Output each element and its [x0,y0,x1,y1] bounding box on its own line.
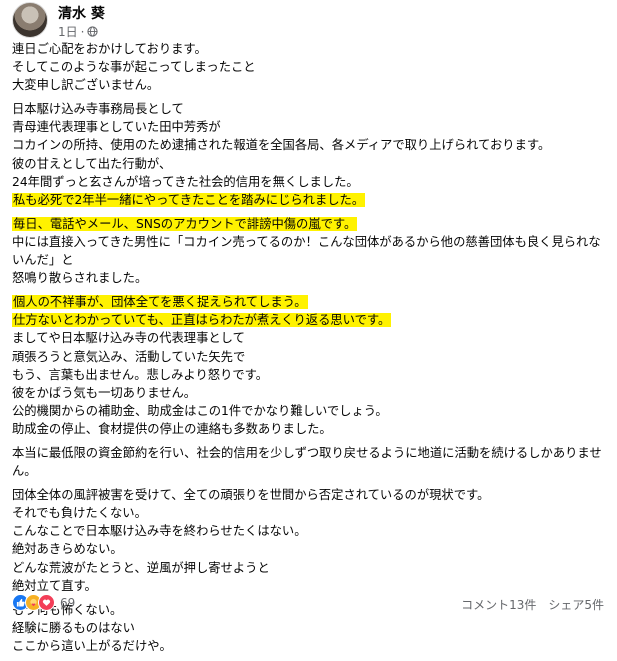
text-line: 団体全体の風評被害を受けて、全ての頑張りを世間から否定されているのが現状です。 [12,488,490,503]
text-line: もう、言葉も出ません。悲しみより怒りです。 [12,367,269,382]
author-name[interactable]: 清水 葵 [58,3,105,23]
comments-count-link[interactable]: コメント13件 [461,596,536,613]
text-line: ましてや日本駆け込み寺の代表理事として [12,331,245,346]
text-line: ここから這い上がるだけや。 [12,638,172,653]
text-line: 助成金の停止、食材提供の停止の連絡も多数ありました。 [12,421,332,436]
text-line: 絶対あきらめない。 [12,542,123,557]
text-line: そしてこのような事が起こってしまったこと [12,60,256,75]
text-line: 怒鳴り散らされました。 [12,271,148,286]
text-line: どんな荒波がたとうと、逆風が押し寄せようと [12,560,270,575]
text-line: それでも負けたくない。 [12,506,147,521]
text-line: 連日ご心配をおかけしております。 [12,42,207,56]
text-line: 24年間ずっと玄さんが培ってきた社会的信用を無くしました。 [12,174,359,189]
text-line: 絶対立て直す。 [12,578,97,593]
text-line: 経験に勝るものはない [12,620,135,635]
shares-count-link[interactable]: シェア5件 [548,596,604,613]
highlighted-line: 仕方ないとわかっていても、正直はらわたが煮えくり返る思いです。 [12,311,604,329]
paragraph-2: 日本駆け込み寺事務局長として 青母連代表理事としていた田中芳秀が コカインの所持… [12,100,604,209]
reaction-count: 69 [60,595,76,610]
text-line: 中には直接入ってきた男性に「コカイン売ってるのか！こんな団体があるから他の慈善団… [12,234,601,268]
text-line: こんなことで日本駆け込み寺を終わらせたくはない。 [12,524,307,539]
text-line: 彼の甘えとして出た行動が、 [12,156,172,171]
highlighted-line: 私も必死で2年半一緒にやってきたことを踏みにじられました。 [12,191,604,209]
highlight: 仕方ないとわかっていても、正直はらわたが煮えくり返る思いです。 [12,313,392,328]
text-line: コカインの所持、使用のため逮捕された報道を全国各局、各メディアで取り上げられてお… [12,138,551,153]
post-footer: 69 コメント13件 シェア5件 [12,594,604,614]
highlight: 個人の不祥事が、団体全てを悪く捉えられてしまう。 [12,295,308,310]
text-line: 本当に最低限の資金節約を行い、社会的信用を少しずつ取り戻せるように地道に活動を続… [12,445,602,479]
facebook-post: 清水 葵 1日 · 連日ご心配をおかけしております。 そしてこのような事が起こっ… [0,0,617,653]
paragraph-1: 連日ご心配をおかけしております。 そしてこのような事が起こってしまったこと 大変… [12,40,604,94]
post-header: 清水 葵 1日 · [12,2,602,42]
globe-icon[interactable] [87,26,99,37]
text-line: 大変申し訳ございません。 [12,78,160,93]
post-time[interactable]: 1日 [58,23,78,40]
meta-separator: · [80,24,85,39]
text-line: 彼をかばう気も一切ありません。 [12,385,197,400]
text-line: 公的機関からの補助金、助成金はこの1件でかなり難しいでしょう。 [12,403,388,418]
love-icon [38,594,55,611]
post-body: 連日ご心配をおかけしております。 そしてこのような事が起こってしまったこと 大変… [12,40,604,661]
post-meta: 1日 · [58,23,99,40]
paragraph-3: 毎日、電話やメール、SNSのアカウントで誹謗中傷の嵐です。 中には直接入ってきた… [12,215,604,287]
paragraph-4: 個人の不祥事が、団体全てを悪く捉えられてしまう。 仕方ないとわかっていても、正直… [12,293,604,438]
highlighted-line: 個人の不祥事が、団体全てを悪く捉えられてしまう。 [12,293,604,311]
highlight: 私も必死で2年半一緒にやってきたことを踏みにじられました。 [12,192,366,207]
highlighted-line: 毎日、電話やメール、SNSのアカウントで誹謗中傷の嵐です。 [12,215,604,233]
post-stats: コメント13件 シェア5件 [461,596,604,613]
paragraph-6: 団体全体の風評被害を受けて、全ての頑張りを世間から否定されているのが現状です。 … [12,486,604,595]
text-line: 日本駆け込み寺事務局長として [12,102,184,117]
paragraph-5: 本当に最低限の資金節約を行い、社会的信用を少しずつ取り戻せるように地道に活動を続… [12,444,604,480]
text-line: 頑張ろうと意気込み、活動していた矢先で [12,349,246,364]
text-line: 青母連代表理事としていた田中芳秀が [12,120,221,135]
reaction-summary[interactable]: 69 [12,594,75,611]
highlight: 毎日、電話やメール、SNSのアカウントで誹謗中傷の嵐です。 [12,216,358,231]
avatar[interactable] [12,2,48,38]
